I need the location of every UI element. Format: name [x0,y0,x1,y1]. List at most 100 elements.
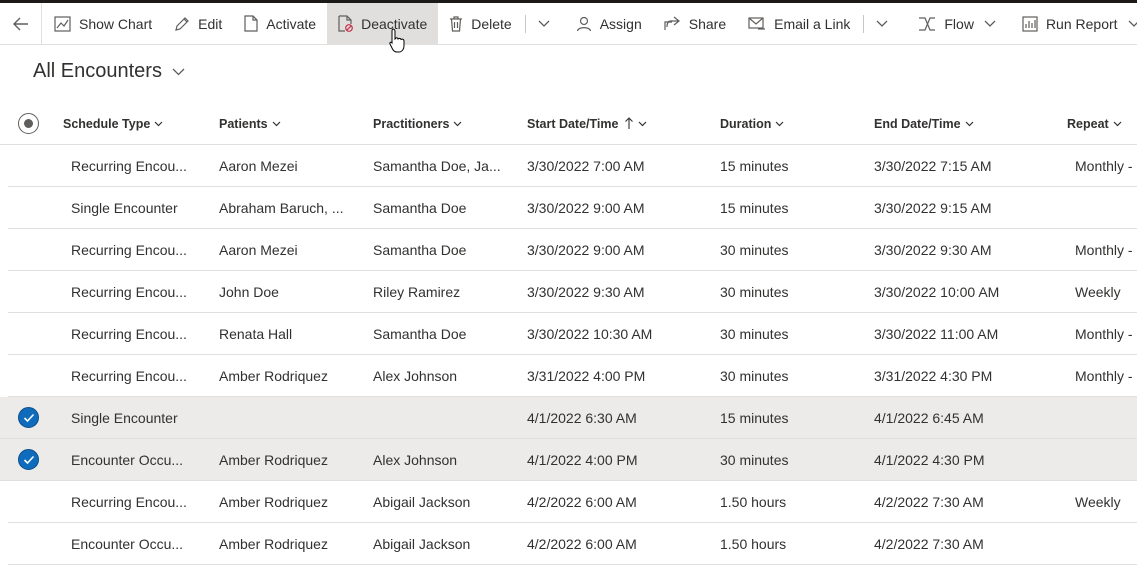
cell-schedule-type[interactable]: Recurring Encou... [71,145,187,186]
cell-repeat: Monthly - [1075,325,1133,342]
cell-patients[interactable]: Abraham Baruch, ... [219,187,344,228]
column-header-schedule-type[interactable]: Schedule Type [63,102,163,145]
table-row[interactable]: Recurring Encou... Amber Rodriquez Alex Jo… [8,355,1137,397]
cell-schedule-type[interactable]: Encounter Occu... [71,439,183,480]
column-header-duration[interactable]: Duration [720,102,784,145]
view-selector[interactable]: All Encounters [33,60,185,83]
cell-schedule-type[interactable]: Recurring Encou... [71,313,187,354]
cell-start: 4/2/2022 6:00 AM [527,535,637,552]
email-more-dropdown[interactable] [866,3,898,45]
table-row[interactable]: Recurring Encou... Amber Rodriquez Abigail… [8,481,1137,523]
chevron-down-icon [172,68,185,75]
email-link-button[interactable]: Email a Link [737,3,861,45]
cell-schedule-type[interactable]: Single Encounter [71,187,178,228]
cell-practitioners[interactable]: Riley Ramirez [373,271,460,312]
checkmark-icon [23,413,34,422]
cell-end: 3/30/2022 9:30 AM [874,241,992,258]
flow-dropdown[interactable] [980,3,1012,45]
cell-practitioners[interactable]: Alex Johnson [373,355,457,396]
view-title: All Encounters [33,60,162,82]
activate-button[interactable]: Activate [233,3,327,45]
flow-button[interactable]: Flow [898,3,980,45]
cell-patients[interactable]: Amber Rodriquez [219,439,328,480]
back-button[interactable] [0,2,42,45]
cell-end: 3/30/2022 10:00 AM [874,283,1000,300]
table-row[interactable]: Single Encounter Abraham Baruch, ... Saman… [8,187,1137,229]
cell-practitioners[interactable]: Samantha Doe, Ja... [373,145,501,186]
cell-start: 3/30/2022 7:00 AM [527,157,645,174]
cell-practitioners[interactable]: Samantha Doe [373,313,466,354]
chevron-down-icon [1128,20,1137,27]
cell-schedule-type[interactable]: Recurring Encou... [71,481,187,522]
cell-practitioners[interactable]: Samantha Doe [373,187,466,228]
table-row[interactable]: Encounter Occu... Amber Rodriquez Abigail … [8,523,1137,565]
cell-practitioners[interactable]: Abigail Jackson [373,523,470,564]
cell-end: 3/30/2022 7:15 AM [874,157,992,174]
cell-practitioners[interactable]: Abigail Jackson [373,481,470,522]
column-header-repeat[interactable]: Repeat [1067,102,1122,145]
deactivate-button[interactable]: Deactivate [327,2,439,45]
cell-practitioners[interactable]: Samantha Doe [373,229,466,270]
chevron-down-icon [154,121,163,126]
table-row[interactable]: Recurring Encou... John Doe Riley Ramirez 3… [8,271,1137,313]
edit-button[interactable]: Edit [163,3,233,45]
mouse-pointer-icon [389,28,405,53]
table-row[interactable]: Recurring Encou... Renata Hall Samantha Do… [8,313,1137,355]
table-row[interactable]: Encounter Occu... Amber Rodriquez Alex Joh… [0,439,1137,481]
run-report-button[interactable]: Run Report [1012,3,1124,45]
cell-end: 4/1/2022 6:45 AM [874,409,984,426]
back-arrow-icon [12,17,28,30]
delete-button[interactable]: Delete [438,3,522,45]
column-header-end[interactable]: End Date/Time [874,102,974,145]
column-label: Schedule Type [63,116,151,131]
cell-patients[interactable]: Amber Rodriquez [219,481,328,522]
cell-practitioners[interactable]: Alex Johnson [373,439,457,480]
cell-patients[interactable]: Renata Hall [219,313,292,354]
column-header-practitioners[interactable]: Practitioners [373,102,462,145]
cell-duration: 30 minutes [720,367,789,384]
document-block-icon [338,15,353,32]
cell-end: 4/2/2022 7:30 AM [874,535,984,552]
column-header-patients[interactable]: Patients [219,102,281,145]
table-row[interactable]: Recurring Encou... Aaron Mezei Samantha Do… [8,145,1137,187]
column-label: End Date/Time [874,116,961,131]
cell-duration: 30 minutes [720,283,789,300]
cell-end: 3/31/2022 4:30 PM [874,367,993,384]
cell-schedule-type[interactable]: Single Encounter [71,397,178,438]
cell-patients[interactable]: Aaron Mezei [219,229,298,270]
cell-patients[interactable]: Amber Rodriquez [219,523,328,564]
cell-patients[interactable]: John Doe [219,271,279,312]
cell-duration: 1.50 hours [720,535,787,552]
cell-schedule-type[interactable]: Recurring Encou... [71,271,187,312]
row-selected-checkmark[interactable] [18,449,39,470]
show-chart-button[interactable]: Show Chart [42,3,163,45]
cell-patients[interactable]: Aaron Mezei [219,145,298,186]
cell-duration: 30 minutes [720,451,789,468]
document-icon [244,15,258,32]
cell-schedule-type[interactable]: Recurring Encou... [71,229,187,270]
chevron-down-icon [1113,121,1122,126]
column-header-start[interactable]: Start Date/Time [527,102,647,145]
delete-more-dropdown[interactable] [528,3,560,45]
cell-repeat: Monthly - [1075,367,1133,384]
cell-duration: 15 minutes [720,157,789,174]
cell-patients[interactable]: Amber Rodriquez [219,355,328,396]
table-row[interactable]: Recurring Encou... Aaron Mezei Samantha Do… [8,229,1137,271]
column-label: Repeat [1067,116,1109,131]
assign-button[interactable]: Assign [560,3,653,45]
share-button[interactable]: Share [653,3,737,45]
table-row[interactable]: Single Encounter 4/1/2022 6:30 AM 15 minut… [0,397,1137,439]
run-report-dropdown[interactable] [1124,3,1137,45]
cell-schedule-type[interactable]: Encounter Occu... [71,523,183,564]
command-bar: Show Chart Edit Activate Deactivate Dele… [0,2,1137,45]
row-selected-checkmark[interactable] [18,407,39,428]
select-all-toggle[interactable] [18,113,39,134]
cell-end: 4/2/2022 7:30 AM [874,493,984,510]
report-icon [1022,15,1038,32]
chevron-down-icon [775,121,784,126]
trash-icon [450,15,463,32]
email-link-icon [748,16,766,30]
cell-schedule-type[interactable]: Recurring Encou... [71,355,187,396]
column-label: Duration [720,116,772,131]
person-icon [576,16,591,31]
